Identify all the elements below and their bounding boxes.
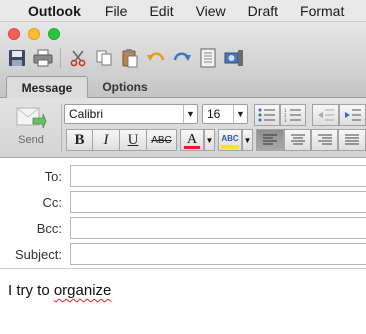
font-color-letter: A xyxy=(186,132,198,147)
save-icon xyxy=(9,50,25,66)
chevron-down-icon: ▼ xyxy=(205,135,214,145)
align-right-button[interactable] xyxy=(311,129,338,151)
message-body[interactable]: I try to organize xyxy=(8,282,111,299)
ribbon-separator xyxy=(61,104,62,152)
header-body-divider xyxy=(0,268,366,269)
justify-button[interactable] xyxy=(338,129,366,151)
bulleted-list-icon xyxy=(258,108,275,122)
window-titlebar xyxy=(0,22,366,74)
ribbon-tabs: Message Options xyxy=(0,74,366,98)
font-size-select[interactable]: 16 ▼ xyxy=(202,104,248,124)
paste-button[interactable] xyxy=(119,47,141,69)
address-book-button[interactable] xyxy=(197,47,219,69)
tab-options[interactable]: Options xyxy=(96,76,154,98)
body-text: I try to xyxy=(8,282,54,299)
highlight-label: ABC xyxy=(221,133,239,143)
media-browser-icon xyxy=(224,50,243,66)
copy-button[interactable] xyxy=(93,47,115,69)
bcc-label: Bcc: xyxy=(36,221,62,236)
menu-edit[interactable]: Edit xyxy=(149,3,173,19)
redo-icon xyxy=(173,52,191,61)
scissors-icon xyxy=(70,50,86,67)
undo-icon xyxy=(147,52,165,61)
zoom-window-button[interactable] xyxy=(48,28,60,40)
font-color-swatch xyxy=(184,146,200,149)
align-left-icon xyxy=(263,134,277,145)
highlight-button[interactable]: ABC xyxy=(218,129,242,151)
bullets-button[interactable] xyxy=(254,104,280,126)
menu-format[interactable]: Format xyxy=(300,3,344,19)
increase-indent-button[interactable] xyxy=(339,104,366,126)
menu-app-outlook[interactable]: Outlook xyxy=(28,3,81,19)
tab-message[interactable]: Message xyxy=(6,76,88,98)
copy-icon xyxy=(96,50,112,66)
font-color-dropdown[interactable]: ▼ xyxy=(204,129,215,151)
bcc-field[interactable] xyxy=(70,217,366,239)
bold-button[interactable]: B xyxy=(66,129,93,151)
bcc-row: Bcc: xyxy=(0,215,366,241)
chevron-down-icon[interactable]: ▼ xyxy=(183,105,197,123)
italic-button[interactable]: I xyxy=(93,129,120,151)
svg-text:3: 3 xyxy=(284,118,287,122)
highlight-dropdown[interactable]: ▼ xyxy=(242,129,253,151)
increase-indent-icon xyxy=(344,109,361,121)
subject-row: Subject: xyxy=(0,241,366,267)
redo-button[interactable] xyxy=(171,47,193,69)
clipboard-icon xyxy=(122,49,138,68)
align-center-button[interactable] xyxy=(284,129,311,151)
to-row: To: xyxy=(0,163,366,189)
minimize-window-button[interactable] xyxy=(28,28,40,40)
cc-label: Cc: xyxy=(42,195,63,210)
underline-button[interactable]: U xyxy=(120,129,147,151)
chevron-down-icon: ▼ xyxy=(243,135,252,145)
menu-draft[interactable]: Draft xyxy=(248,3,278,19)
printer-icon xyxy=(33,49,53,67)
chevron-down-icon[interactable]: ▼ xyxy=(233,105,247,123)
misspelled-word[interactable]: organize xyxy=(54,282,112,299)
menu-file[interactable]: File xyxy=(105,3,128,19)
font-size-value: 16 xyxy=(207,107,221,121)
menu-view[interactable]: View xyxy=(196,3,226,19)
decrease-indent-button[interactable] xyxy=(312,104,339,126)
address-book-icon xyxy=(200,48,216,68)
quick-access-toolbar xyxy=(6,46,245,70)
align-center-icon xyxy=(290,134,305,145)
send-label: Send xyxy=(18,134,44,146)
cc-field[interactable] xyxy=(70,191,366,213)
subject-field[interactable] xyxy=(70,243,366,265)
to-label: To: xyxy=(44,169,62,184)
numbering-button[interactable]: 1 2 3 xyxy=(280,104,306,126)
font-name-select[interactable]: Calibri ▼ xyxy=(64,104,198,124)
toolbar-separator xyxy=(60,48,61,68)
ribbon-message-panel: Send Calibri ▼ 16 ▼ 1 2 3 B I U ABC A ▼ … xyxy=(0,98,366,158)
cc-row: Cc: xyxy=(0,189,366,215)
font-name-value: Calibri xyxy=(69,107,104,121)
save-button[interactable] xyxy=(6,47,28,69)
to-field[interactable] xyxy=(70,165,366,187)
cut-button[interactable] xyxy=(67,47,89,69)
font-color-button[interactable]: A xyxy=(180,129,204,151)
media-browser-button[interactable] xyxy=(223,47,245,69)
undo-button[interactable] xyxy=(145,47,167,69)
menu-bar: Outlook File Edit View Draft Format xyxy=(0,0,366,22)
decrease-indent-icon xyxy=(317,109,334,121)
send-button[interactable]: Send xyxy=(6,104,56,156)
align-left-button[interactable] xyxy=(256,129,284,151)
strikethrough-button[interactable]: ABC xyxy=(147,129,177,151)
subject-label: Subject: xyxy=(15,247,62,262)
numbered-list-icon: 1 2 3 xyxy=(284,108,301,122)
send-envelope-icon xyxy=(16,107,47,129)
justify-icon xyxy=(345,134,359,145)
print-button[interactable] xyxy=(32,47,54,69)
close-window-button[interactable] xyxy=(8,28,20,40)
align-right-icon xyxy=(317,134,332,145)
highlight-swatch xyxy=(221,144,239,149)
